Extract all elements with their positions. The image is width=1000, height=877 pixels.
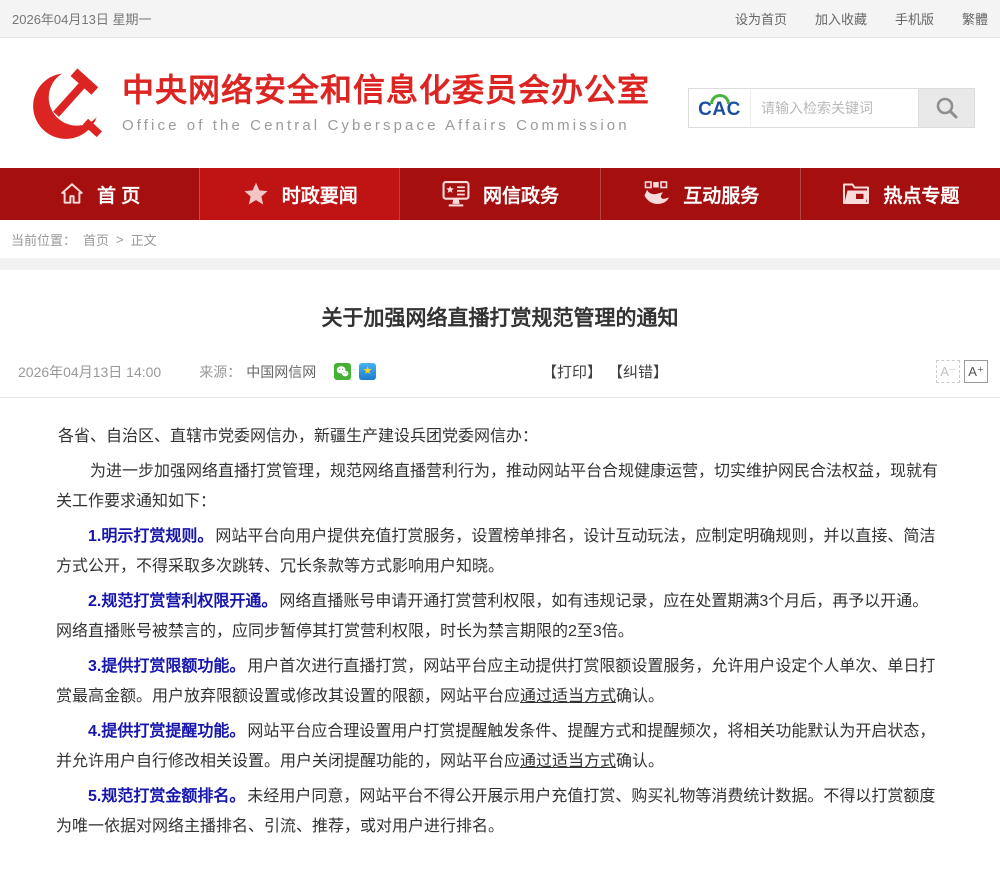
article: 关于加强网络直播打赏规范管理的通知 2026年04月13日 14:00 来源： … bbox=[0, 270, 1000, 877]
nav-item-topics[interactable]: 热点专题 bbox=[800, 168, 1000, 220]
font-size-controls: A⁻ A⁺ bbox=[936, 360, 988, 383]
traditional-chinese-link[interactable]: 繁體 bbox=[962, 9, 988, 28]
cac-logo-arc-icon bbox=[710, 94, 730, 104]
cac-logo: CAC bbox=[689, 89, 751, 127]
paragraph-item-5: 5.规范打赏金额排名。未经用户同意，网站平台不得公开展示用户充值打赏、购买礼物等… bbox=[56, 782, 944, 842]
print-button[interactable]: 【打印】 bbox=[542, 361, 602, 382]
paragraph-intro: 为进一步加强网络直播打赏管理，规范网络直播营利行为，推动网站平台合规健康运营，切… bbox=[56, 457, 944, 517]
section-divider bbox=[0, 258, 1000, 270]
search-icon bbox=[934, 95, 960, 121]
publish-datetime: 2026年04月13日 14:00 bbox=[18, 362, 161, 382]
nav-label: 时政要闻 bbox=[282, 181, 358, 208]
breadcrumb-label: 当前位置： bbox=[11, 230, 76, 249]
article-body: 各省、自治区、直辖市党委网信办，新疆生产建设兵团党委网信办： 为进一步加强网络直… bbox=[0, 398, 1000, 842]
site-title: 中央网络安全和信息化委员会办公室 bbox=[122, 72, 650, 109]
nav-item-interactive[interactable]: 互动服务 bbox=[600, 168, 800, 220]
mobile-version-link[interactable]: 手机版 bbox=[895, 9, 934, 28]
masthead: 中央网络安全和信息化委员会办公室 Office of the Central C… bbox=[0, 38, 1000, 168]
paragraph-item-1: 1.明示打赏规则。网站平台向用户提供充值打赏服务，设置榜单排名，设计互动玩法，应… bbox=[56, 522, 944, 582]
nav-label: 互动服务 bbox=[683, 181, 759, 208]
site-logo[interactable]: 中央网络安全和信息化委员会办公室 Office of the Central C… bbox=[30, 64, 650, 142]
star-icon bbox=[242, 180, 270, 208]
nav-item-home[interactable]: 首 页 bbox=[0, 168, 199, 220]
breadcrumb-current: 正文 bbox=[131, 230, 157, 249]
source-label: 来源： bbox=[199, 362, 241, 382]
nav-label: 首 页 bbox=[97, 181, 140, 208]
home-icon bbox=[59, 181, 85, 207]
search-input[interactable] bbox=[751, 100, 918, 116]
nav-item-news[interactable]: 时政要闻 bbox=[199, 168, 399, 220]
source-value: 中国网信网 bbox=[246, 362, 316, 382]
monitor-icon bbox=[441, 180, 471, 208]
add-favorite-link[interactable]: 加入收藏 bbox=[815, 9, 867, 28]
top-utility-bar: 2026年04月13日 星期一 设为首页 加入收藏 手机版 繁體 bbox=[0, 0, 1000, 38]
folder-icon bbox=[841, 181, 871, 207]
article-tools: 【打印】 【纠错】 bbox=[542, 361, 668, 382]
nav-label: 网信政务 bbox=[483, 181, 559, 208]
topbar-links: 设为首页 加入收藏 手机版 繁體 bbox=[735, 9, 988, 28]
site-subtitle: Office of the Central Cyberspace Affairs… bbox=[122, 117, 650, 134]
breadcrumb-separator: > bbox=[116, 232, 124, 247]
wechat-icon bbox=[336, 365, 349, 378]
font-larger-button[interactable]: A⁺ bbox=[964, 360, 988, 383]
hammer-and-sickle-icon bbox=[30, 64, 108, 142]
article-title: 关于加强网络直播打赏规范管理的通知 bbox=[40, 302, 960, 332]
site-identity: 中央网络安全和信息化委员会办公室 Office of the Central C… bbox=[122, 72, 650, 135]
search-box: CAC bbox=[688, 88, 975, 128]
font-smaller-button[interactable]: A⁻ bbox=[936, 360, 960, 383]
wechat-share-icon[interactable] bbox=[334, 363, 351, 380]
qzone-share-icon[interactable] bbox=[359, 363, 376, 380]
hand-service-icon bbox=[641, 180, 671, 208]
set-homepage-link[interactable]: 设为首页 bbox=[735, 9, 787, 28]
search-button[interactable] bbox=[918, 89, 974, 127]
paragraph-salutation: 各省、自治区、直辖市党委网信办，新疆生产建设兵团党委网信办： bbox=[56, 422, 944, 452]
nav-item-egov[interactable]: 网信政务 bbox=[399, 168, 599, 220]
breadcrumb-home-link[interactable]: 首页 bbox=[83, 230, 109, 249]
paragraph-item-2: 2.规范打赏营利权限开通。网络直播账号申请开通打赏营利权限，如有违规记录，应在处… bbox=[56, 587, 944, 647]
paragraph-item-3: 3.提供打赏限额功能。用户首次进行直播打赏，网站平台应主动提供打赏限额设置服务，… bbox=[56, 652, 944, 712]
main-nav: 首 页 时政要闻 网信政务 互动服务 bbox=[0, 168, 1000, 220]
breadcrumb: 当前位置： 首页 > 正文 bbox=[0, 220, 1000, 258]
paragraph-item-4: 4.提供打赏提醒功能。网站平台应合理设置用户打赏提醒触发条件、提醒方式和提醒频次… bbox=[56, 717, 944, 777]
nav-label: 热点专题 bbox=[883, 181, 959, 208]
error-report-button[interactable]: 【纠错】 bbox=[608, 361, 668, 382]
article-meta-bar: 2026年04月13日 14:00 来源： 中国网信网 【打印】 【纠错】 A⁻ bbox=[0, 360, 1000, 398]
current-date: 2026年04月13日 星期一 bbox=[12, 9, 151, 28]
share-buttons bbox=[334, 363, 376, 380]
